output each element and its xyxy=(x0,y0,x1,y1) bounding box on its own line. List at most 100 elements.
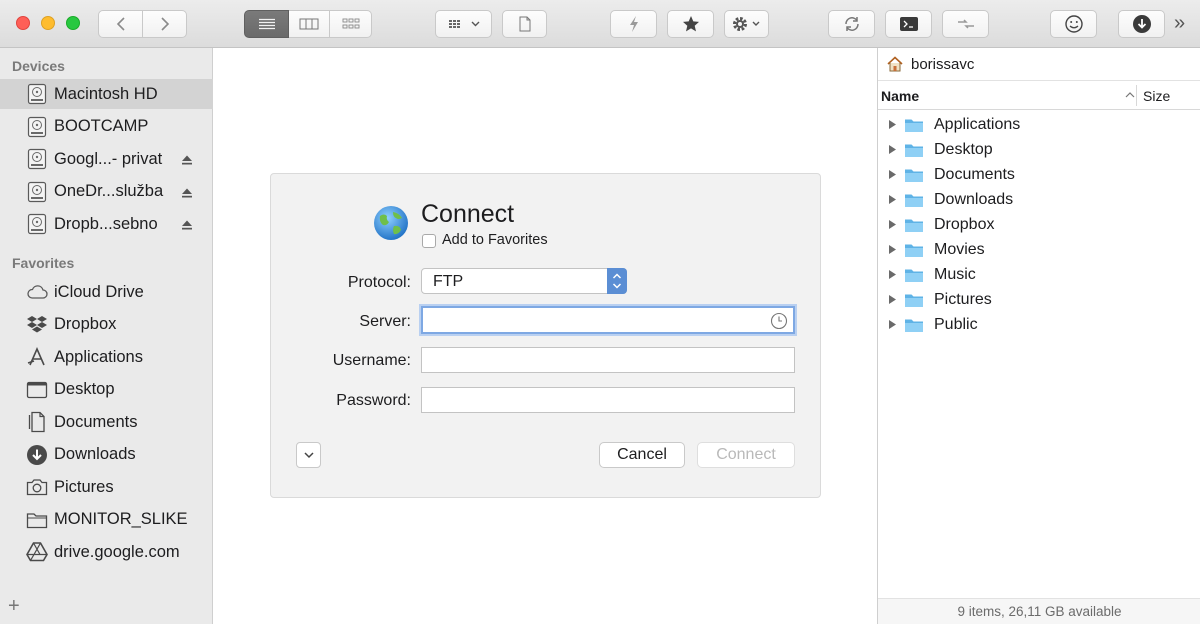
file-name: Music xyxy=(934,265,976,283)
file-row[interactable]: Pictures xyxy=(878,287,1200,312)
updown-chevron-icon xyxy=(612,273,622,289)
toolbar: » xyxy=(0,0,1200,48)
file-name: Public xyxy=(934,315,978,333)
desktop-icon xyxy=(26,379,48,401)
sidebar-item-label: iCloud Drive xyxy=(54,282,144,301)
protocol-stepper[interactable] xyxy=(607,268,627,294)
disclosure-triangle-icon[interactable] xyxy=(888,219,898,230)
folder-icon xyxy=(904,117,924,133)
path-bar[interactable]: borissavc xyxy=(878,48,1200,81)
file-name: Pictures xyxy=(934,290,992,308)
minimize-window-button[interactable] xyxy=(41,16,55,30)
folder-icon xyxy=(904,167,924,183)
overflow-icon[interactable]: » xyxy=(1174,12,1185,35)
sidebar-item-label: drive.google.com xyxy=(54,542,180,561)
protocol-select[interactable]: FTP xyxy=(421,268,627,294)
arrange-menu-button[interactable] xyxy=(435,10,492,38)
sidebar-item-favorite[interactable]: Downloads xyxy=(0,440,213,470)
sidebar-item-device[interactable]: Macintosh HD xyxy=(0,79,213,109)
sidebar-item-device[interactable]: Dropb...sebno xyxy=(0,209,213,239)
sidebar-item-label: Applications xyxy=(54,347,143,366)
settings-menu-button[interactable] xyxy=(724,10,769,38)
list-view-button[interactable] xyxy=(244,10,289,38)
file-row[interactable]: Public xyxy=(878,312,1200,337)
sidebar-item-favorite[interactable]: Desktop xyxy=(0,375,213,405)
icon-view-button[interactable] xyxy=(330,10,372,38)
file-name: Movies xyxy=(934,240,985,258)
forward-button[interactable] xyxy=(143,10,187,38)
compare-button[interactable] xyxy=(942,10,989,38)
expand-options-button[interactable] xyxy=(296,442,321,468)
new-file-button[interactable] xyxy=(502,10,547,38)
main-pane: Connect Add to Favorites Protocol: FTP S… xyxy=(214,48,877,624)
sidebar-item-label: Desktop xyxy=(54,380,115,398)
status-bar: 9 items, 26,11 GB available xyxy=(878,598,1200,624)
sidebar-item-favorite[interactable]: Applications xyxy=(0,342,213,372)
sync-button[interactable] xyxy=(828,10,875,38)
disclosure-triangle-icon[interactable] xyxy=(888,144,898,155)
eject-icon[interactable] xyxy=(181,152,193,171)
server-input[interactable] xyxy=(421,306,795,334)
close-window-button[interactable] xyxy=(16,16,30,30)
file-browser-panel: borissavc Name Size Applications Desktop D… xyxy=(877,48,1200,624)
quick-action-button[interactable] xyxy=(610,10,657,38)
history-clock-icon[interactable] xyxy=(770,312,788,330)
folder-icon xyxy=(904,317,924,333)
disclosure-triangle-icon[interactable] xyxy=(888,294,898,305)
sidebar-item-label: Documents xyxy=(54,412,138,431)
applications-icon xyxy=(26,346,48,368)
connect-button[interactable]: Connect xyxy=(697,442,795,468)
disclosure-triangle-icon[interactable] xyxy=(888,319,898,330)
download-button[interactable] xyxy=(1118,10,1165,38)
sidebar-item-favorite[interactable]: Dropbox xyxy=(0,310,213,340)
sidebar-item-device[interactable]: OneDr...služba xyxy=(0,177,213,207)
add-location-button[interactable]: + xyxy=(8,595,20,618)
file-row[interactable]: Music xyxy=(878,262,1200,287)
add-to-favorites-checkbox[interactable] xyxy=(422,234,436,248)
sidebar-item-label: Dropb...sebno xyxy=(54,214,158,233)
sidebar-item-device[interactable]: Googl...- privat xyxy=(0,144,213,174)
disclosure-triangle-icon[interactable] xyxy=(888,269,898,280)
file-row[interactable]: Desktop xyxy=(878,137,1200,162)
folder-icon xyxy=(904,267,924,283)
username-input[interactable] xyxy=(421,347,795,373)
sidebar-item-favorite[interactable]: iCloud Drive xyxy=(0,277,213,307)
terminal-icon xyxy=(899,17,918,31)
disclosure-triangle-icon[interactable] xyxy=(888,169,898,180)
password-input[interactable] xyxy=(421,387,795,413)
disclosure-triangle-icon[interactable] xyxy=(888,119,898,130)
sidebar-item-favorite[interactable]: drive.google.com xyxy=(0,537,213,567)
sidebar-item-favorite[interactable]: Pictures xyxy=(0,472,213,502)
eject-icon[interactable] xyxy=(181,185,193,204)
new-file-icon xyxy=(519,16,530,32)
terminal-button[interactable] xyxy=(885,10,932,38)
documents-icon xyxy=(26,411,48,433)
sidebar-item-favorite[interactable]: Documents xyxy=(0,407,213,437)
smiley-button[interactable] xyxy=(1050,10,1097,38)
eject-icon[interactable] xyxy=(181,217,193,236)
file-name: Applications xyxy=(934,115,1021,133)
file-name: Documents xyxy=(934,165,1015,183)
disclosure-triangle-icon[interactable] xyxy=(888,194,898,205)
file-row[interactable]: Applications xyxy=(878,112,1200,137)
disclosure-triangle-icon[interactable] xyxy=(888,244,898,255)
column-view-button[interactable] xyxy=(289,10,330,38)
file-row[interactable]: Downloads xyxy=(878,187,1200,212)
zoom-window-button[interactable] xyxy=(66,16,80,30)
folder-icon xyxy=(904,142,924,158)
path-label: borissavc xyxy=(911,55,975,73)
sidebar-item-device[interactable]: BOOTCAMP xyxy=(0,112,213,142)
size-column-header[interactable]: Size xyxy=(1143,88,1170,104)
forward-icon xyxy=(160,17,169,31)
icon-view-icon xyxy=(342,18,359,29)
hard-drive-icon xyxy=(26,148,48,170)
hard-drive-icon xyxy=(26,213,48,235)
cancel-button[interactable]: Cancel xyxy=(599,442,685,468)
file-row[interactable]: Dropbox xyxy=(878,212,1200,237)
back-button[interactable] xyxy=(98,10,143,38)
file-row[interactable]: Movies xyxy=(878,237,1200,262)
favorites-button[interactable] xyxy=(667,10,714,38)
sidebar-item-favorite[interactable]: MONITOR_SLIKE xyxy=(0,505,213,535)
name-column-header[interactable]: Name xyxy=(881,88,919,104)
file-row[interactable]: Documents xyxy=(878,162,1200,187)
